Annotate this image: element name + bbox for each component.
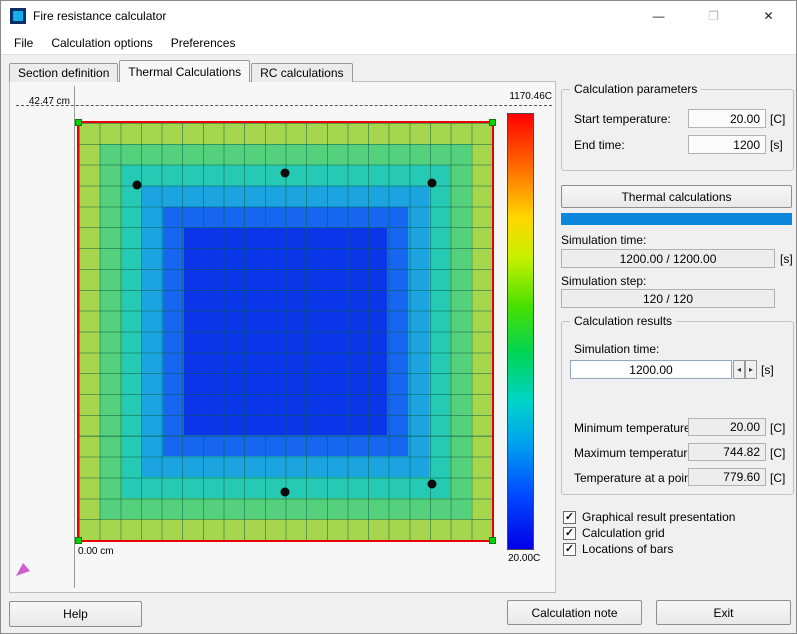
menu-calculation-options[interactable]: Calculation options [42,33,161,53]
tab-section-definition[interactable]: Section definition [9,63,119,82]
maximize-button: ❐ [708,9,719,23]
max-height-dashed-line [16,105,552,106]
checkbox-label: Calculation grid [582,526,665,540]
calculation-note-button[interactable]: Calculation note [507,600,642,625]
menu-bar: File Calculation options Preferences [1,31,796,55]
thermal-calculations-button[interactable]: Thermal calculations [561,185,792,208]
checkbox-box[interactable]: ✓ [563,510,576,524]
rebar-dot [427,479,437,489]
checkbox-graphical-result[interactable]: ✓ Graphical result presentation [563,510,735,524]
app-window: Fire resistance calculator — ❐ ✕ File Ca… [0,0,797,634]
checkbox-locations-of-bars[interactable]: ✓ Locations of bars [563,542,673,556]
tab-strip: Section definition Thermal Calculations … [9,60,354,82]
group-calculation-results: Calculation results Simulation time: 120… [561,314,794,495]
end-time-label: End time: [574,138,625,152]
corner-handle [489,119,496,126]
corner-handle [75,537,82,544]
corner-handle [75,119,82,126]
rebar-dot [280,487,290,497]
color-scale [507,113,534,550]
maximum-temperature-label: Maximum temperature: [574,446,698,460]
checkbox-calculation-grid[interactable]: ✓ Calculation grid [563,526,665,540]
simulation-time-status-unit: [s] [780,252,793,266]
window-controls: — ❐ ✕ [631,1,796,31]
rebar-dot [280,168,290,178]
y-axis-line [74,86,75,588]
simulation-step-field: 120 / 120 [561,289,775,308]
start-temperature-label: Start temperature: [574,112,671,126]
rebar-dot [132,180,142,190]
start-temperature-unit: [C] [770,112,786,126]
simulation-time-status-field: 1200.00 / 1200.00 [561,249,775,268]
title-bar: Fire resistance calculator — ❐ ✕ [1,1,796,31]
axis-max-label: 42.47 cm [28,96,70,107]
rebar-layer [79,123,492,540]
tab-rc-calculations[interactable]: RC calculations [251,63,353,82]
scale-min-label: 20.00C [508,553,541,564]
result-sim-time-unit: [s] [761,363,774,377]
tab-thermal-calculations[interactable]: Thermal Calculations [119,60,251,82]
minimum-temperature-field: 20.00 [688,418,766,436]
axis-origin-label: 0.00 cm [78,546,114,557]
minimum-temperature-label: Minimum temperature: [574,421,695,435]
checkbox-box[interactable]: ✓ [563,526,576,540]
sim-time-spinner-left[interactable]: ◂ [733,360,745,379]
minimum-temperature-unit: [C] [770,421,786,435]
section-heatmap[interactable] [75,119,496,544]
end-time-field[interactable]: 1200 [688,135,766,154]
point-temperature-label: Temperature at a point: [574,471,698,485]
group-calculation-parameters-title: Calculation parameters [570,82,702,96]
checkbox-box[interactable]: ✓ [563,542,576,556]
sim-time-spinner-right[interactable]: ▸ [745,360,757,379]
progress-bar [561,213,792,225]
result-sim-time-label: Simulation time: [574,342,660,356]
close-button[interactable]: ✕ [741,1,796,31]
menu-file[interactable]: File [5,33,42,53]
start-temperature-field[interactable]: 20.00 [688,109,766,128]
exit-button[interactable]: Exit [656,600,791,625]
maximum-temperature-unit: [C] [770,446,786,460]
simulation-step-label: Simulation step: [561,274,647,288]
menu-preferences[interactable]: Preferences [162,33,245,53]
rebar-dot [427,178,437,188]
scale-max-label: 1170.46C [509,91,552,102]
checkbox-label: Locations of bars [582,542,674,556]
point-temperature-field: 779.60 [688,468,766,486]
result-sim-time-input[interactable]: 1200.00 [570,360,732,379]
group-calculation-results-title: Calculation results [570,314,677,328]
pointer-icon [16,563,30,576]
simulation-time-status-label: Simulation time: [561,233,647,247]
progress-fill [561,213,792,225]
app-icon [10,8,26,24]
maximum-temperature-field: 744.82 [688,443,766,461]
end-time-unit: [s] [770,138,783,152]
point-temperature-unit: [C] [770,471,786,485]
corner-handle [489,537,496,544]
help-button[interactable]: Help [9,601,142,627]
minimize-button[interactable]: — [631,1,686,31]
group-calculation-parameters: Calculation parameters Start temperature… [561,82,794,171]
window-title: Fire resistance calculator [33,9,167,23]
checkbox-label: Graphical result presentation [582,510,736,524]
plot-panel: 42.47 cm 0.00 cm 1170.46C 20.00C [9,81,556,593]
